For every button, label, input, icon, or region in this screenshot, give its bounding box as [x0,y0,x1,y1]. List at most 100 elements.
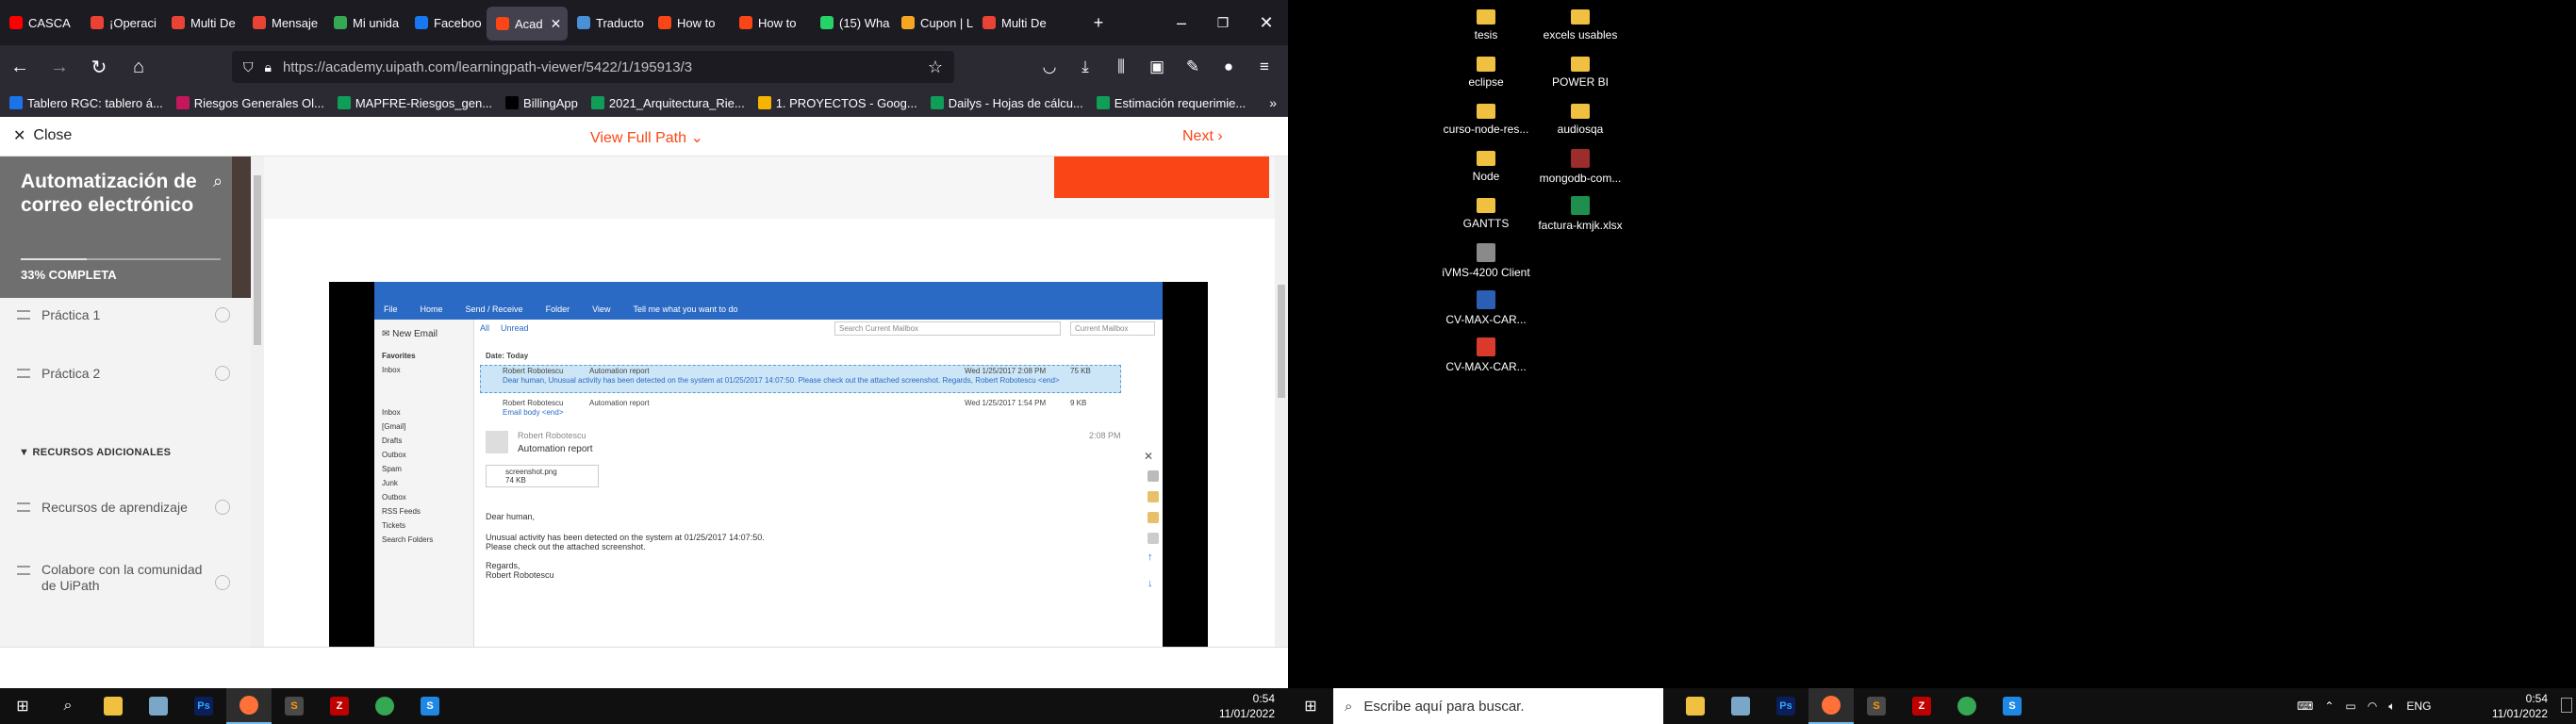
tab-8[interactable]: How to [649,0,730,45]
desktop-icon[interactable]: excels usables [1535,8,1626,41]
desktop-icon[interactable]: CV-MAX-CAR... [1441,337,1531,373]
desktop-icon[interactable]: tesis [1441,8,1531,41]
sidebar-item-practica-1[interactable]: Práctica 1 [17,307,234,322]
sidebar-item-comunidad[interactable]: Colabore con la comunidad de UiPath [17,562,234,594]
downloads-icon[interactable]: ⤓ [1067,45,1103,89]
window-close-button[interactable]: ✕ [1245,0,1288,45]
sublime-icon[interactable]: S [1854,688,1899,724]
url-bar[interactable]: ⛉ 🔒︎ https://academy.uipath.com/learning… [232,51,954,83]
desktop-icon[interactable]: audiosqa [1535,102,1626,136]
search-icon[interactable]: ⌕ [45,688,91,724]
library-icon[interactable]: ⫼ [1103,45,1139,89]
sidebar-item-recursos[interactable]: Recursos de aprendizaje [17,500,234,515]
filezilla-icon[interactable]: Z [1899,688,1944,724]
tab-1[interactable]: ¡Operaci [81,0,162,45]
search-icon[interactable]: ⌕ [213,172,232,190]
app-icon[interactable] [1718,688,1763,724]
app-s-icon[interactable]: S [407,688,453,724]
tab-3[interactable]: Mensaje [243,0,324,45]
new-tab-button[interactable]: + [1077,0,1120,45]
bookmark-item[interactable]: Dailys - Hojas de cálcu... [930,96,1083,110]
firefox-icon[interactable] [1808,688,1854,724]
file-explorer-icon[interactable] [91,688,136,724]
battery-icon[interactable]: ▭ [2345,699,2355,713]
filezilla-icon[interactable]: Z [317,688,362,724]
app-s-icon[interactable]: S [1990,688,2035,724]
scrollbar-thumb[interactable] [1278,285,1285,398]
notifications-icon[interactable] [2561,698,2572,713]
firefox-icon[interactable] [226,688,272,724]
volume-icon[interactable]: 🔈︎ [2388,699,2395,714]
photoshop-icon[interactable]: Ps [1763,688,1808,724]
desktop-icon[interactable]: factura-kmjk.xlsx [1535,196,1626,232]
chevron-down-icon: ⌄ [690,130,703,146]
tab-2[interactable]: Multi De [162,0,243,45]
chrome-icon[interactable] [362,688,407,724]
scrollbar-thumb[interactable] [254,175,261,345]
desktop-icon[interactable]: curso-node-res... [1441,102,1531,136]
file-explorer-icon[interactable] [1673,688,1718,724]
sublime-icon[interactable]: S [272,688,317,724]
more-bookmarks-icon[interactable]: » [1269,95,1277,110]
bookmark-item[interactable]: 2021_Arquitectura_Rie... [590,96,745,110]
bookmark-item[interactable]: BillingApp [505,96,578,110]
bookmark-item[interactable]: Tablero RGC: tablero á... [9,96,163,110]
right-clock[interactable]: 0:54 11/01/2022 [2492,691,2548,721]
back-icon[interactable]: ← [0,45,40,89]
video-player[interactable]: File Home Send / Receive Folder View Tell me … [329,282,1208,647]
pocket-icon[interactable]: ◡ [1032,45,1067,89]
windows-start-icon[interactable]: ⊞ [1288,688,1333,724]
sidebar-toggle-icon[interactable]: ▣ [1139,45,1175,89]
bookmark-star-icon[interactable]: ☆ [928,58,943,77]
windows-start-icon[interactable]: ⊞ [0,688,45,724]
bookmark-item[interactable]: 1. PROYECTOS - Goog... [757,96,917,110]
tab-close-icon[interactable]: ✕ [551,16,562,32]
sidebar-scrollbar[interactable] [251,156,264,647]
home-icon[interactable]: ⌂ [119,45,158,89]
restore-button[interactable]: ❐ [1201,0,1245,45]
shield-icon[interactable]: ⛉ [243,59,254,75]
desktop-icon[interactable]: GANTTS [1441,196,1531,230]
sidebar-item-practica-2[interactable]: Práctica 2 [17,366,234,381]
section-header[interactable]: ▼ RECURSOS ADICIONALES [19,447,171,458]
tab-5[interactable]: Faceboo [405,0,487,45]
tab-12[interactable]: Multi De [973,0,1054,45]
reload-icon[interactable]: ↻ [79,45,119,89]
next-link[interactable]: Next › [1182,128,1223,145]
taskbar-search-box[interactable]: ⌕ Escribe aquí para buscar. [1333,688,1663,724]
account-avatar-icon[interactable]: ● [1211,45,1247,89]
desktop-icon[interactable]: eclipse [1441,55,1531,89]
extension-icon[interactable]: ✎ [1175,45,1211,89]
tab-11[interactable]: Cupon | Lar [892,0,973,45]
language-indicator[interactable]: ENG [2406,699,2431,713]
photoshop-icon[interactable]: Ps [181,688,226,724]
bookmark-item[interactable]: Riesgos Generales Ol... [175,96,324,110]
url-text[interactable]: https://academy.uipath.com/learningpath-… [283,59,692,75]
app-icon[interactable] [136,688,181,724]
minimize-button[interactable]: – [1160,0,1203,45]
network-icon[interactable]: ◠ [2368,699,2377,713]
tab-10[interactable]: (15) Wha [811,0,892,45]
tab-9[interactable]: How to [730,0,811,45]
desktop-icon[interactable]: iVMS-4200 Client [1441,243,1531,279]
close-button[interactable]: ✕ Close [13,126,72,145]
tab-6[interactable]: Acad ✕ [487,7,568,41]
menu-icon[interactable]: ≡ [1247,45,1282,89]
keyboard-icon[interactable]: ⌨ [2297,699,2313,713]
bookmark-item[interactable]: Estimación requerimie... [1096,96,1246,110]
forward-icon[interactable]: → [40,45,79,89]
desktop-icon[interactable]: POWER BI [1535,55,1626,89]
chrome-icon[interactable] [1944,688,1990,724]
desktop-icon[interactable]: Node [1441,149,1531,183]
desktop-icon[interactable]: mongodb-com... [1535,149,1626,185]
tab-4[interactable]: Mi unida [324,0,405,45]
tab-7[interactable]: Traducto [568,0,649,45]
view-full-path-link[interactable]: View Full Path ⌄ [590,128,703,147]
desktop-icon[interactable]: CV-MAX-CAR... [1441,290,1531,326]
left-clock[interactable]: 0:54 11/01/2022 [1219,691,1275,721]
chevron-up-icon[interactable]: ⌃ [2324,699,2334,713]
lock-icon[interactable]: 🔒︎ [265,59,272,75]
content-scrollbar[interactable] [1275,156,1288,647]
tab-0[interactable]: CASCA [0,0,81,45]
bookmark-item[interactable]: MAPFRE-Riesgos_gen... [337,96,492,110]
